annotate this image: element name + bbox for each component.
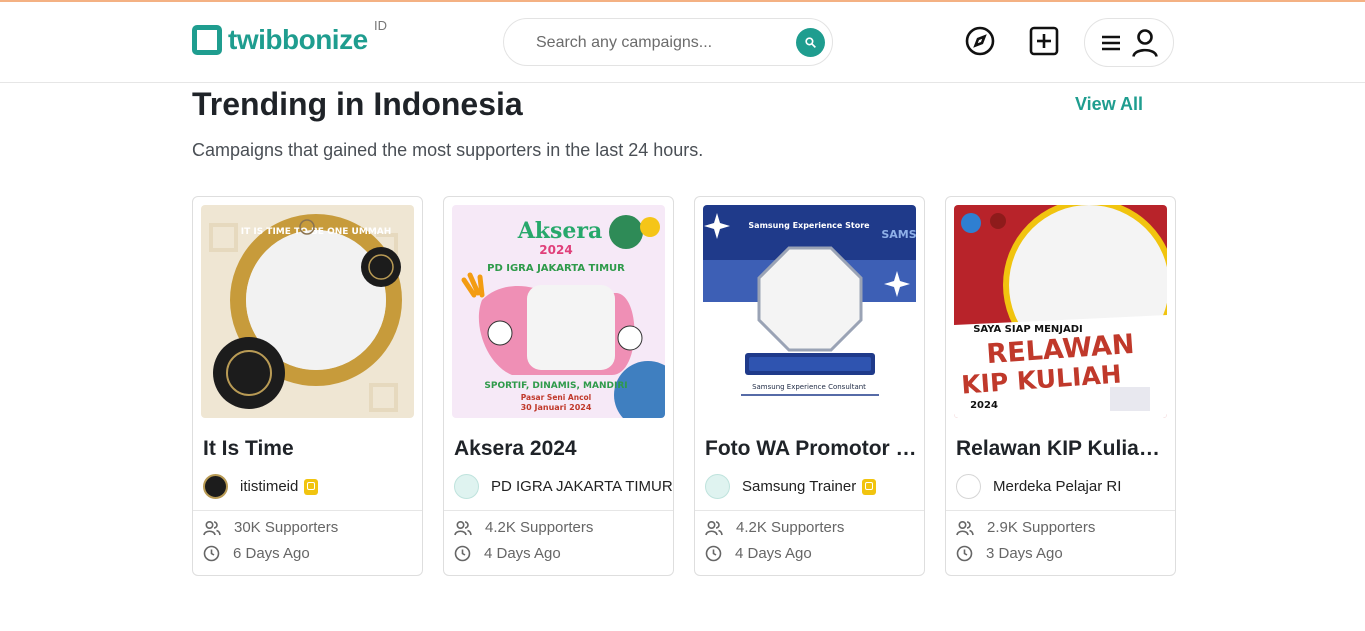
campaign-card[interactable]: SAYA SIAP MENJADI RELAWAN KIP KULIAH 202… <box>945 196 1176 576</box>
avatar <box>454 474 479 499</box>
campaign-creator[interactable]: Samsung Trainer <box>705 474 877 499</box>
users-icon <box>705 520 723 535</box>
creator-name: Samsung Trainer <box>742 478 857 495</box>
thumb-text: 2024 <box>539 243 572 257</box>
supporters-text: 2.9K Supporters <box>987 519 1096 536</box>
creator-name: Merdeka Pelajar RI <box>993 478 1122 495</box>
campaign-age: 6 Days Ago <box>203 545 310 562</box>
search-input[interactable] <box>536 31 786 55</box>
supporters-count: 2.9K Supporters <box>956 519 1095 536</box>
supporters-text: 30K Supporters <box>234 519 339 536</box>
thumb-text: Pasar Seni Ancol <box>521 393 592 402</box>
clock-icon <box>705 545 722 562</box>
thumb-text: 30 Januari 2024 <box>521 403 592 412</box>
campaign-title[interactable]: It Is Time <box>203 437 415 461</box>
section-title: Trending in Indonesia <box>192 86 523 122</box>
campaign-title[interactable]: Foto WA Promotor Samsung Experience Stor… <box>705 437 917 461</box>
age-text: 3 Days Ago <box>986 545 1063 562</box>
campaign-creator[interactable]: itistimeid <box>203 474 319 499</box>
region-label: ID <box>374 18 387 33</box>
age-text: 6 Days Ago <box>233 545 310 562</box>
users-icon <box>956 520 974 535</box>
clock-icon <box>454 545 471 562</box>
thumb-text: Aksera <box>517 218 603 244</box>
menu-icon <box>1101 35 1120 50</box>
user-menu-button[interactable] <box>1084 18 1174 67</box>
thumb-text: Samsung Experience Store <box>748 221 870 230</box>
thumb-text: Samsung Experience Consultant <box>752 383 866 391</box>
logo-mark-icon <box>192 25 222 55</box>
avatar <box>203 474 228 499</box>
divider <box>193 510 422 511</box>
divider <box>946 510 1175 511</box>
thumb-text: IT IS TIME TO BE ONE UMMAH <box>241 227 392 237</box>
age-text: 4 Days Ago <box>735 545 812 562</box>
campaign-thumbnail: SAYA SIAP MENJADI RELAWAN KIP KULIAH 202… <box>954 205 1167 418</box>
campaign-age: 4 Days Ago <box>705 545 812 562</box>
campaign-card[interactable]: Aksera 2024 PD IGRA JAKARTA TIMUR SPORTI… <box>443 196 674 576</box>
thumb-text: 2024 <box>970 400 998 411</box>
search-bar <box>503 18 833 66</box>
campaign-thumbnail: Aksera 2024 PD IGRA JAKARTA TIMUR SPORTI… <box>452 205 665 418</box>
campaign-thumbnail: IT IS TIME TO BE ONE UMMAH <box>201 205 414 418</box>
thumb-text: SPORTIF, DINAMIS, MANDIRI <box>484 381 627 391</box>
avatar <box>956 474 981 499</box>
clock-icon <box>956 545 973 562</box>
search-button[interactable] <box>796 28 825 57</box>
clock-icon <box>203 545 220 562</box>
divider <box>444 510 673 511</box>
thumb-text: SAMS <box>881 228 916 241</box>
compass-icon <box>965 26 995 56</box>
add-square-icon <box>1029 26 1059 56</box>
users-icon <box>454 520 472 535</box>
campaign-list: IT IS TIME TO BE ONE UMMAH It Is Time it… <box>192 196 1176 576</box>
users-icon <box>203 520 221 535</box>
verified-badge-icon <box>304 478 319 495</box>
logo[interactable]: twibbonize ID <box>192 18 387 56</box>
avatar <box>705 474 730 499</box>
site-header: twibbonize ID <box>0 2 1365 83</box>
divider <box>695 510 924 511</box>
view-all-link[interactable]: View All <box>1075 94 1143 115</box>
user-icon <box>1131 28 1158 57</box>
campaign-creator[interactable]: PD IGRA JAKARTA TIMUR <box>454 474 673 499</box>
supporters-count: 30K Supporters <box>203 519 338 536</box>
logo-text: twibbonize <box>228 24 368 55</box>
supporters-count: 4.2K Supporters <box>454 519 593 536</box>
campaign-creator[interactable]: Merdeka Pelajar RI <box>956 474 1121 499</box>
creator-name: itistimeid <box>240 478 299 495</box>
campaign-title[interactable]: Relawan KIP Kuliah 2024 <box>956 437 1168 461</box>
creator-name: PD IGRA JAKARTA TIMUR <box>491 478 673 495</box>
campaign-thumbnail: Samsung Experience Store SAMS Samsung Ex… <box>703 205 916 418</box>
thumb-text: PD IGRA JAKARTA TIMUR <box>487 263 625 274</box>
campaign-age: 3 Days Ago <box>956 545 1063 562</box>
campaign-card[interactable]: IT IS TIME TO BE ONE UMMAH It Is Time it… <box>192 196 423 576</box>
supporters-count: 4.2K Supporters <box>705 519 844 536</box>
explore-button[interactable] <box>963 24 997 58</box>
section-subtitle: Campaigns that gained the most supporter… <box>192 140 704 160</box>
supporters-text: 4.2K Supporters <box>736 519 845 536</box>
create-campaign-button[interactable] <box>1027 24 1061 58</box>
verified-badge-icon <box>862 478 877 495</box>
search-icon <box>805 37 816 48</box>
campaign-card[interactable]: Samsung Experience Store SAMS Samsung Ex… <box>694 196 925 576</box>
age-text: 4 Days Ago <box>484 545 561 562</box>
supporters-text: 4.2K Supporters <box>485 519 594 536</box>
campaign-age: 4 Days Ago <box>454 545 561 562</box>
campaign-title[interactable]: Aksera 2024 <box>454 437 666 461</box>
